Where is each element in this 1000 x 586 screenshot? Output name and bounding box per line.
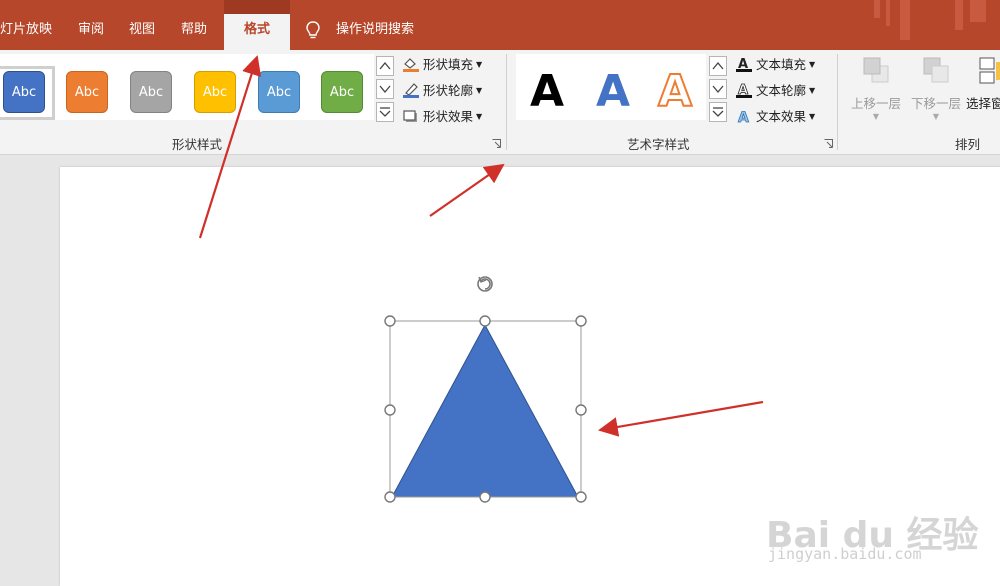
wordart-style-black[interactable]: A <box>530 66 564 117</box>
svg-text:A: A <box>738 110 749 124</box>
shape-style-swatch[interactable]: Abc <box>321 71 363 113</box>
resize-handle-bottom-right[interactable] <box>575 491 587 503</box>
title-decoration <box>886 0 890 26</box>
tab-format[interactable]: 格式 <box>224 0 290 50</box>
dropdown-arrow-icon: ▼ <box>809 86 816 95</box>
title-decoration <box>955 0 963 30</box>
wordart-styles-group-label: 艺术字样式 <box>627 137 690 152</box>
shape-effects-icon <box>403 110 417 122</box>
tab-review[interactable]: 审阅 <box>78 20 104 40</box>
resize-handle-bottom[interactable] <box>479 491 491 503</box>
text-effects-icon: A <box>738 110 750 124</box>
dropdown-arrow-icon: ▼ <box>809 60 816 69</box>
paint-bucket-icon <box>403 58 419 72</box>
title-decoration <box>970 0 986 22</box>
title-decoration <box>900 0 910 40</box>
text-outline-label: 文本轮廓 <box>756 83 807 98</box>
pen-icon <box>403 83 419 98</box>
text-outline-button[interactable]: A 文本轮廓 ▼ <box>735 82 815 100</box>
shape-effects-button[interactable]: 形状效果 ▼ <box>402 108 482 126</box>
dropdown-arrow-icon: ▼ <box>476 112 483 121</box>
ribbon: Abc Abc Abc Abc Abc Abc 形状填充 ▼ 形状轮廓 ▼ 形状效果… <box>0 50 1000 155</box>
dropdown-arrow-icon: ▼ <box>476 86 483 95</box>
shape-fill-button[interactable]: 形状填充 ▼ <box>402 56 482 74</box>
shape-style-swatch[interactable]: Abc <box>194 71 236 113</box>
arrange-group-label: 排列 <box>955 137 981 152</box>
wordart-style-orange-outline[interactable]: A <box>657 65 693 118</box>
chevron-up-icon <box>379 61 391 70</box>
chevron-down-icon <box>379 85 391 94</box>
shape-style-swatch[interactable]: Abc <box>130 71 172 113</box>
wordart-more[interactable] <box>709 102 727 122</box>
text-fill-label: 文本填充 <box>756 57 807 72</box>
shape-styles-group-label: 形状样式 <box>172 137 223 152</box>
text-outline-icon: A <box>736 83 752 98</box>
selection-pane-icon <box>979 57 1000 84</box>
wordart-scroll-down[interactable] <box>709 79 727 99</box>
text-fill-button[interactable]: A 文本填充 ▼ <box>735 56 815 74</box>
resize-handle-bottom-left[interactable] <box>384 491 396 503</box>
wordart-scroll-up[interactable] <box>709 56 727 76</box>
dropdown-arrow-icon: ▼ <box>476 60 483 69</box>
resize-handle-top-left[interactable] <box>384 315 396 327</box>
shape-outline-label: 形状轮廓 <box>423 83 474 98</box>
bring-forward-label: 上移一层 <box>850 96 901 111</box>
dialog-launcher-icon[interactable] <box>824 139 833 148</box>
send-backward-button[interactable]: 下移一层 ▼ <box>908 54 964 121</box>
selection-pane-label: 选择窗 <box>966 96 1000 111</box>
dropdown-arrow-icon: ▼ <box>872 112 880 121</box>
gallery-scroll-up[interactable] <box>376 56 394 76</box>
shape-style-swatch[interactable]: Abc <box>258 71 300 113</box>
watermark-url: jingyan.baidu.com <box>768 545 922 563</box>
resize-handle-top-right[interactable] <box>575 315 587 327</box>
chevron-down-icon <box>712 85 724 94</box>
dropdown-arrow-icon: ▼ <box>809 112 816 121</box>
dialog-launcher-icon[interactable] <box>492 139 501 148</box>
text-effects-label: 文本效果 <box>756 109 807 124</box>
wordart-style-blue[interactable]: A <box>596 66 630 117</box>
tab-help[interactable]: 帮助 <box>181 20 207 40</box>
lightbulb-icon[interactable] <box>304 20 322 40</box>
tab-slideshow[interactable]: 灯片放映 <box>0 20 52 40</box>
chevron-up-icon <box>712 61 724 70</box>
wordart-gallery: A A A <box>516 54 706 120</box>
title-decoration <box>874 0 880 18</box>
shape-outline-button[interactable]: 形状轮廓 ▼ <box>402 82 482 100</box>
shape-style-swatch[interactable]: Abc <box>3 71 45 113</box>
ribbon-tab-bar: 灯片放映 审阅 视图 帮助 格式 操作说明搜索 <box>0 0 1000 50</box>
gallery-more-icon <box>379 107 391 117</box>
selection-pane-button[interactable]: 选择窗 <box>966 54 1000 112</box>
rotation-handle[interactable] <box>477 276 493 292</box>
group-separator <box>506 54 507 150</box>
resize-handle-left[interactable] <box>384 404 396 416</box>
group-separator <box>837 54 838 150</box>
shape-style-gallery: Abc Abc Abc Abc Abc Abc <box>0 54 374 120</box>
tab-view[interactable]: 视图 <box>129 20 155 40</box>
dropdown-arrow-icon: ▼ <box>932 112 940 121</box>
resize-handle-top[interactable] <box>479 315 491 327</box>
send-backward-label: 下移一层 <box>910 96 961 111</box>
gallery-scroll-down[interactable] <box>376 79 394 99</box>
text-effects-button[interactable]: A 文本效果 ▼ <box>735 108 816 126</box>
send-backward-icon <box>923 57 949 83</box>
shape-style-swatch[interactable]: Abc <box>66 71 108 113</box>
resize-handle-right[interactable] <box>575 404 587 416</box>
bring-forward-button[interactable]: 上移一层 ▼ <box>848 54 904 121</box>
text-fill-icon: A <box>736 57 752 72</box>
shape-fill-label: 形状填充 <box>423 57 474 72</box>
gallery-more[interactable] <box>376 102 394 122</box>
shape-effects-label: 形状效果 <box>423 109 474 124</box>
gallery-more-icon <box>712 107 724 117</box>
bring-forward-icon <box>863 57 889 83</box>
tell-me-search[interactable]: 操作说明搜索 <box>336 20 414 40</box>
